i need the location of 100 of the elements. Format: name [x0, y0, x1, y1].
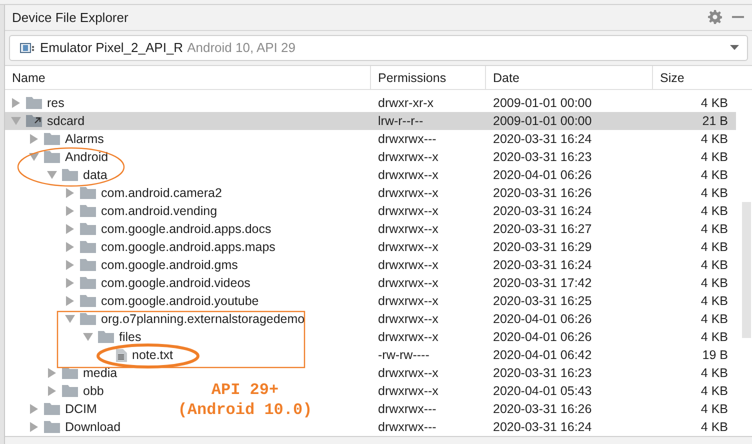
collapsed-arrow-icon[interactable] [65, 188, 75, 198]
folder-icon [80, 313, 96, 325]
size-cell-text: 4 KB [700, 222, 729, 236]
date-cell-text: 2020-04-01 06:42 [492, 348, 593, 362]
collapsed-arrow-icon[interactable] [47, 386, 57, 396]
size-cell-text: 4 KB [700, 294, 729, 308]
folder-icon [44, 151, 60, 163]
expanded-arrow-icon[interactable] [47, 170, 57, 180]
permissions-cell-text: drwxrwx--- [377, 420, 438, 434]
column-header[interactable]: Date [486, 66, 653, 89]
expanded-arrow-icon[interactable] [65, 314, 75, 324]
permissions-cell-text: drwxrwx--- [377, 402, 438, 416]
collapsed-arrow-icon[interactable] [65, 206, 75, 216]
date-cell-text: 2020-03-31 16:29 [492, 240, 593, 254]
folder-link-icon [26, 115, 42, 127]
permissions-cell-text: drwxrwx--x [377, 366, 440, 380]
file-name: Download [65, 420, 121, 434]
file-name: com.google.android.youtube [101, 294, 259, 308]
column-header[interactable]: Size [653, 66, 736, 89]
size-cell-text: 4 KB [700, 258, 729, 272]
size-cell-text: 4 KB [700, 312, 729, 326]
caret-icon [730, 45, 739, 50]
permissions-cell-text: drwxrwx--x [377, 330, 440, 344]
folder-icon [62, 385, 78, 397]
size-cell-text: 4 KB [700, 366, 729, 380]
column-header[interactable]: Permissions [371, 66, 486, 89]
folder-icon [80, 205, 96, 217]
folder-icon [44, 403, 60, 415]
file-name: data [83, 168, 108, 182]
collapsed-arrow-icon[interactable] [29, 422, 39, 432]
folder-icon [80, 277, 96, 289]
size-cell-text: 4 KB [700, 96, 729, 110]
folder-icon [80, 241, 96, 253]
expanded-arrow-icon[interactable] [83, 332, 93, 342]
permissions-cell-text: drwxrwx--x [377, 294, 440, 308]
scrollbar-thumb[interactable] [742, 202, 751, 338]
file-name: com.android.vending [101, 204, 218, 218]
folder-icon [44, 133, 60, 145]
expanded-arrow-icon[interactable] [11, 116, 21, 126]
permissions-cell-text: lrw-r--r-- [377, 114, 424, 128]
file-name: media [83, 366, 118, 380]
folder-icon [44, 421, 60, 433]
size-cell-text: 4 KB [700, 186, 729, 200]
date-cell-text: 2020-03-31 16:24 [492, 132, 593, 146]
folder-icon [80, 187, 96, 199]
date-cell-text: 2020-04-01 05:43 [492, 384, 593, 398]
date-cell-text: 2009-01-01 00:00 [492, 114, 593, 128]
minimize-icon[interactable] [732, 16, 744, 18]
collapsed-arrow-icon[interactable] [65, 260, 75, 270]
date-cell-text: 2009-01-01 00:00 [492, 96, 593, 110]
file-name: Android [65, 150, 108, 164]
size-cell-text: 4 KB [700, 330, 729, 344]
folder-icon [62, 367, 78, 379]
file-name: com.google.android.apps.maps [101, 240, 276, 254]
size-cell-text: 4 KB [700, 204, 729, 218]
collapsed-arrow-icon[interactable] [65, 278, 75, 288]
device-dropdown[interactable]: Emulator Pixel_2_API_R Android 10, API 29 [9, 34, 748, 61]
device-icon [20, 42, 36, 53]
permissions-cell-text: drwxrwx--x [377, 312, 440, 326]
permissions-cell-text: drwxrwx--x [377, 276, 440, 290]
collapsed-arrow-icon[interactable] [65, 296, 75, 306]
file-name: org.o7planning.externalstoragedemo [101, 312, 305, 326]
permissions-cell-text: drwxrwx--x [377, 222, 440, 236]
permissions-cell-text: -rw-rw---- [377, 348, 430, 362]
permissions-cell-text: drwxrwx--- [377, 132, 438, 146]
collapsed-arrow-icon[interactable] [47, 368, 57, 378]
date-cell-text: 2020-03-31 16:24 [492, 420, 593, 434]
size-cell-text: 4 KB [700, 150, 729, 164]
file-name: com.google.android.videos [101, 276, 250, 290]
collapsed-arrow-icon[interactable] [29, 134, 39, 144]
permissions-cell-text: drwxrwx--x [377, 204, 440, 218]
file-name: Alarms [65, 132, 104, 146]
date-cell-text: 2020-03-31 16:23 [492, 366, 593, 380]
folder-icon [98, 331, 114, 343]
size-cell-text: 4 KB [700, 402, 729, 416]
text-file-icon [116, 348, 127, 362]
size-cell-text: 4 KB [700, 132, 729, 146]
collapsed-arrow-icon[interactable] [29, 404, 39, 414]
folder-icon [80, 259, 96, 271]
size-cell-text: 21 B [701, 114, 729, 128]
folder-icon [26, 97, 42, 109]
date-cell-text: 2020-04-01 06:26 [492, 312, 593, 326]
date-cell-text: 2020-04-01 06:26 [492, 168, 593, 182]
size-cell-text: 4 KB [700, 240, 729, 254]
permissions-cell-text: drwxrwx--x [377, 168, 440, 182]
settings-icon[interactable] [708, 10, 722, 24]
column-header[interactable]: Name [5, 66, 371, 89]
collapsed-arrow-icon[interactable] [11, 98, 21, 108]
date-cell-text: 2020-03-31 16:25 [492, 294, 593, 308]
size-cell-text: 4 KB [700, 276, 729, 290]
folder-icon [80, 223, 96, 235]
file-name: com.android.camera2 [101, 186, 222, 200]
file-name: com.google.android.gms [101, 258, 238, 272]
collapsed-arrow-icon[interactable] [65, 242, 75, 252]
date-cell-text: 2020-03-31 16:23 [492, 150, 593, 164]
annotation-text: API 29+ [211, 380, 279, 400]
file-name: com.google.android.apps.docs [101, 222, 272, 236]
expanded-arrow-icon[interactable] [29, 152, 39, 162]
panel-title: Device File Explorer [12, 10, 130, 25]
collapsed-arrow-icon[interactable] [65, 224, 75, 234]
